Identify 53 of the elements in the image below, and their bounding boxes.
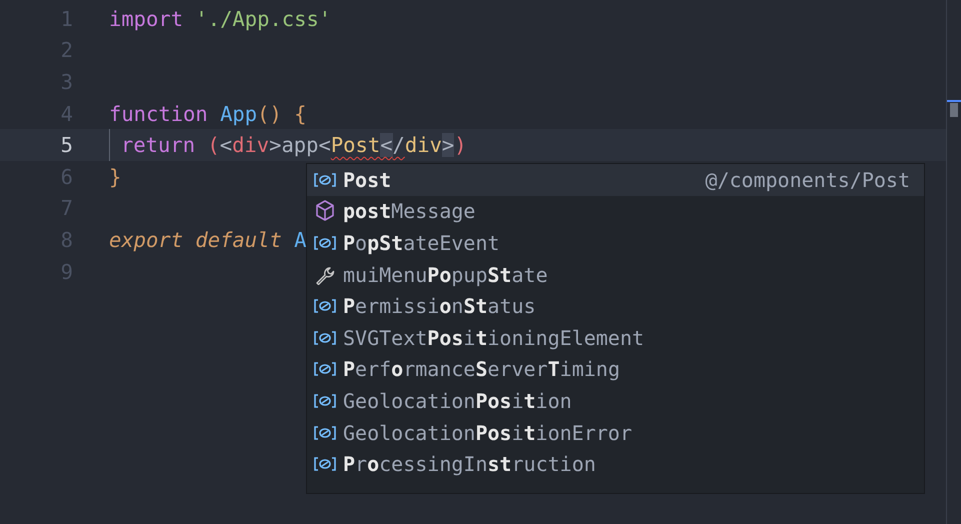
suggestion-item[interactable]: postMessage: [307, 196, 924, 228]
suggestion-item[interactable]: SVGTextPositioningElement: [307, 322, 924, 354]
suggestion-item[interactable]: GeolocationPosition: [307, 385, 924, 417]
keyword: export default: [109, 228, 282, 252]
suggestion-label: muiMenuPopupState: [343, 262, 549, 287]
suggestion-item[interactable]: PerformanceServerTiming: [307, 354, 924, 386]
variable-icon: [314, 394, 336, 408]
suggestion-item[interactable]: muiMenuPopupState: [307, 258, 924, 290]
suggestion-label: SVGTextPositioningElement: [343, 326, 646, 350]
suggestion-item[interactable]: GeolocationPositionError: [307, 416, 924, 448]
bracket: }: [109, 164, 122, 189]
suggestion-label: PopStateEvent: [343, 230, 501, 255]
code-text: >: [442, 133, 454, 158]
tag-name: ): [454, 133, 467, 158]
variable-icon: [314, 457, 336, 472]
suggestion-label: PermissionStatus: [343, 294, 537, 318]
suggestion-source: @/components/Post: [705, 168, 910, 192]
suggestion-item[interactable]: Post @/components/Post: [307, 164, 924, 196]
suggestion-label: GeolocationPositionError: [343, 420, 633, 445]
suggestion-item[interactable]: PopStateEvent: [307, 227, 924, 259]
component-name: div: [404, 133, 442, 158]
wrench-icon: [315, 264, 335, 285]
component-name: Post: [330, 133, 380, 158]
variable-icon: [314, 426, 336, 440]
keyword: return: [121, 133, 196, 158]
variable-icon: [314, 362, 336, 376]
suggestion-label: Post: [343, 168, 392, 192]
variable-icon: [314, 172, 336, 187]
function-name: A: [294, 228, 306, 252]
tag-name: (: [207, 133, 220, 158]
bracket: {: [294, 102, 306, 126]
code-text: >app<: [269, 133, 331, 158]
bracket: (): [257, 102, 282, 126]
scrollbar[interactable]: [946, 0, 961, 524]
tag-name: div: [232, 133, 270, 158]
suggestion-label: GeolocationPosition: [343, 388, 573, 413]
code-text: <: [380, 133, 393, 158]
code-text: <: [220, 133, 232, 158]
variable-icon: [314, 299, 336, 314]
variable-icon: [314, 236, 336, 250]
suggestion-item[interactable]: ProcessingInstruction: [307, 448, 924, 480]
keyword: function: [109, 102, 208, 126]
line-number: 5: [60, 133, 74, 158]
function-name: App: [220, 102, 258, 126]
code-text: /: [392, 133, 405, 158]
suggestion-label: ProcessingInstruction: [343, 452, 597, 476]
variable-icon: [314, 330, 336, 345]
suggestion-label: PerformanceServerTiming: [343, 357, 621, 382]
suggestion-label: postMessage: [343, 199, 476, 224]
suggestion-item[interactable]: PermissionStatus: [307, 290, 924, 322]
string-literal: './App.css': [195, 6, 332, 31]
keyword: import: [109, 6, 184, 31]
cube-icon: [315, 200, 335, 222]
